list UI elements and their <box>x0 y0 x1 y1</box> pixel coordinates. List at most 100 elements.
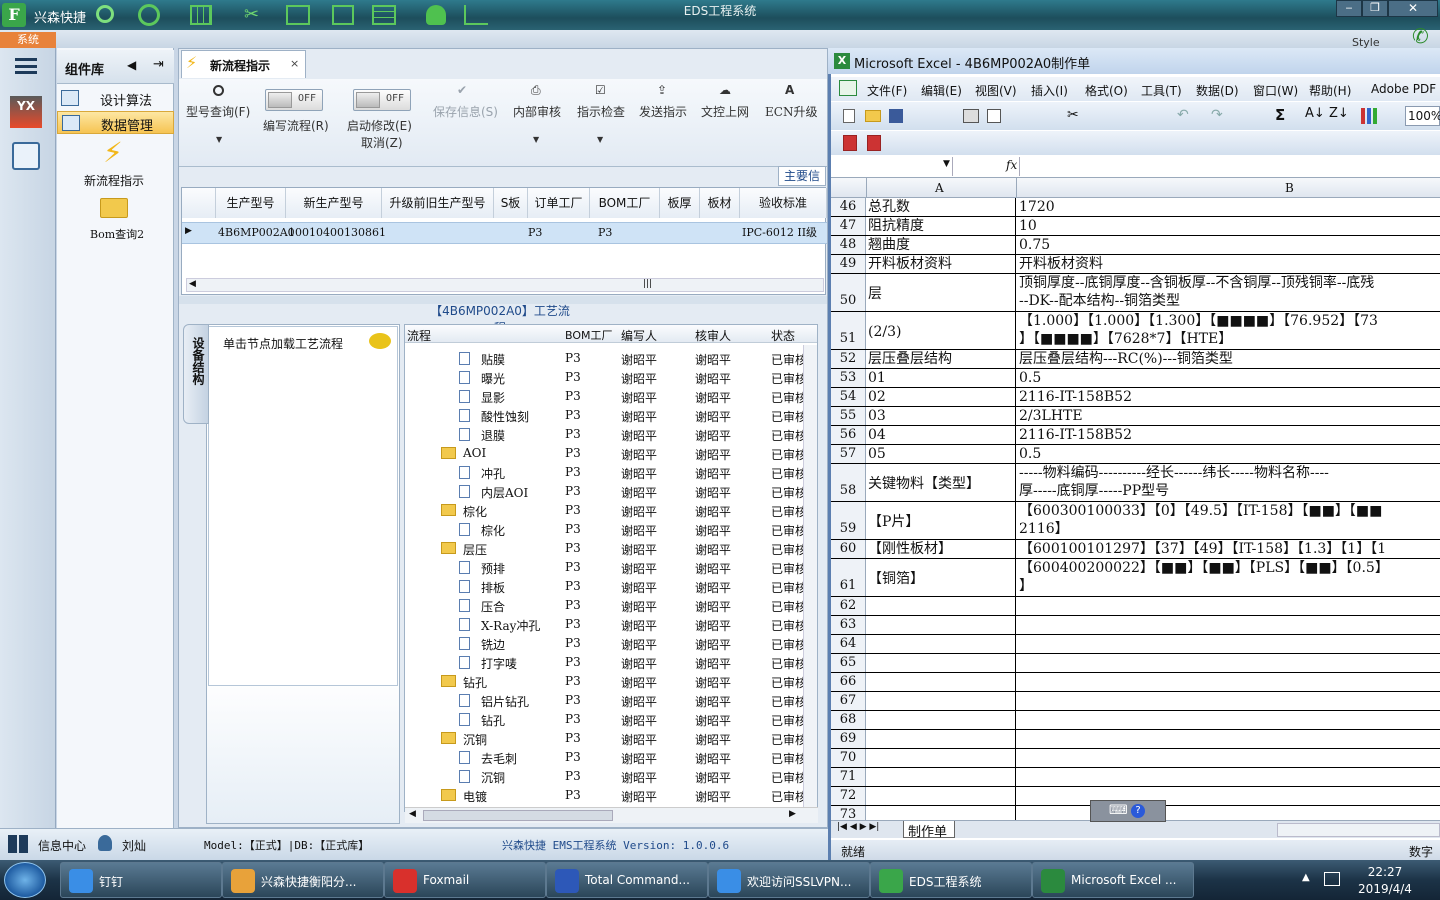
row-number[interactable]: 57 <box>831 445 866 463</box>
tree-header-cell[interactable]: 核审人 <box>695 327 731 344</box>
maximize-button[interactable]: ❐ <box>1362 0 1388 17</box>
tree-row[interactable]: 内层AOI P3 谢昭平 谢昭平 已审核 <box>405 482 810 501</box>
tree-row[interactable]: 贴膜 P3 谢昭平 谢昭平 已审核 <box>405 349 810 368</box>
tree-row[interactable]: 棕化 P3 谢昭平 谢昭平 已审核 <box>405 520 810 539</box>
open-folder-icon[interactable] <box>865 110 881 122</box>
cell-b[interactable]: 1720 <box>1017 198 1440 216</box>
menu-adobe-pdf[interactable]: Adobe PDF <box>1371 82 1436 96</box>
menu-format[interactable]: 格式(O) <box>1085 82 1128 99</box>
sheet-hscrollbar[interactable] <box>1277 823 1440 837</box>
tree-row[interactable]: 铣边 P3 谢昭平 谢昭平 已审核 <box>405 634 810 653</box>
row-number[interactable]: 72 <box>831 787 866 805</box>
sort-asc-icon[interactable]: A↓ <box>1305 106 1325 121</box>
cell-a[interactable] <box>866 673 1016 691</box>
row-number[interactable]: 62 <box>831 597 866 615</box>
cell-b[interactable] <box>1017 711 1440 729</box>
new-flow-shortcut[interactable]: ⚡ 新流程指示 <box>70 138 160 189</box>
tree-row[interactable]: 去毛刺 P3 谢昭平 谢昭平 已审核 <box>405 748 810 767</box>
row-number[interactable]: 54 <box>831 388 866 406</box>
cell-b[interactable] <box>1017 635 1440 653</box>
row-number[interactable]: 73 <box>831 806 866 820</box>
menu-data[interactable]: 数据(D) <box>1196 82 1239 99</box>
sheet-row[interactable]: 56 04 2116-IT-158B52 <box>831 426 1440 445</box>
cell-a[interactable] <box>866 806 1016 820</box>
excel-doc-icon[interactable] <box>839 80 857 96</box>
bom-query-shortcut[interactable]: Bom查询2 <box>70 196 160 242</box>
fx-icon[interactable]: fx <box>1006 158 1017 172</box>
zoom-field[interactable]: 100% <box>1405 106 1440 126</box>
windows-grid-icon[interactable] <box>8 835 28 853</box>
component-item-data-management[interactable]: 数据管理 <box>57 111 174 134</box>
tree-row[interactable]: 层压 P3 谢昭平 谢昭平 已审核 <box>405 539 810 558</box>
menu-insert[interactable]: 插入(I) <box>1031 82 1068 99</box>
load-hint-box[interactable]: 单击节点加载工艺流程 <box>208 326 398 686</box>
sheet-row[interactable]: 53 01 0.5 <box>831 369 1440 388</box>
row-number[interactable]: 58 <box>831 464 866 501</box>
cell-a[interactable] <box>866 730 1016 748</box>
sheet-row[interactable]: 47 阻抗精度 10 <box>831 217 1440 236</box>
settings-module-icon[interactable] <box>12 142 40 170</box>
cell-a[interactable] <box>866 768 1016 786</box>
send-instruction-button[interactable]: ⇪ 发送指示 <box>635 83 695 123</box>
tree-row[interactable]: 排板 P3 谢昭平 谢昭平 已审核 <box>405 577 810 596</box>
tab-system[interactable]: 系统 <box>0 32 56 48</box>
cancel-label[interactable]: 取消(Z) <box>361 134 403 151</box>
cell-a[interactable]: 翘曲度 <box>866 236 1016 254</box>
tree-header-cell[interactable]: 编写人 <box>621 327 657 344</box>
chart-wizard-icon[interactable] <box>1361 108 1377 124</box>
grid-header[interactable]: 板材 <box>700 188 740 218</box>
cell-b[interactable]: -----物料编码----------经长------纬长-----物料名称--… <box>1017 464 1440 501</box>
cell-a[interactable]: 开料板材资料 <box>866 255 1016 273</box>
menu-edit[interactable]: 编辑(E) <box>921 82 962 99</box>
sheet-row[interactable]: 64 <box>831 635 1440 654</box>
save-icon[interactable] <box>889 109 903 123</box>
start-modify-toggle[interactable]: OFF <box>353 89 411 111</box>
cell-b[interactable]: 0.5 <box>1017 369 1440 387</box>
grid-header[interactable]: 验收标准 <box>740 188 827 218</box>
chevron-down-icon[interactable]: ▼ <box>943 159 950 169</box>
cell-a[interactable]: 03 <box>866 407 1016 425</box>
menu-file[interactable]: 文件(F) <box>867 82 907 99</box>
menu-help[interactable]: 帮助(H) <box>1309 82 1351 99</box>
row-number[interactable]: 59 <box>831 502 866 539</box>
taskbar-item-eds[interactable]: EDS工程系统 <box>870 862 1032 898</box>
cell-a[interactable] <box>866 597 1016 615</box>
cell-a[interactable] <box>866 787 1016 805</box>
sheet-row[interactable]: 68 <box>831 711 1440 730</box>
cell-a[interactable] <box>866 749 1016 767</box>
cell-b[interactable] <box>1017 597 1440 615</box>
cell-b[interactable] <box>1017 673 1440 691</box>
cell-a[interactable]: 层压叠层结构 <box>866 350 1016 368</box>
cell-b[interactable]: 2116-IT-158B52 <box>1017 388 1440 406</box>
cell-b[interactable] <box>1017 730 1440 748</box>
cell-b[interactable] <box>1017 768 1440 786</box>
sheet-row[interactable]: 51 (2/3) 【1.000】【1.000】【1.300】【■■■■】【76.95… <box>831 312 1440 350</box>
sheet-row[interactable]: 70 <box>831 749 1440 768</box>
tab-new-flow[interactable]: ⚡ 新流程指示 × <box>181 50 306 78</box>
cell-a[interactable] <box>866 711 1016 729</box>
cell-b[interactable]: 开料板材资料 <box>1017 255 1440 273</box>
row-number[interactable]: 53 <box>831 369 866 387</box>
cell-a[interactable] <box>866 692 1016 710</box>
component-item-design-algorithm[interactable]: 设计算法 <box>57 87 174 110</box>
row-number[interactable]: 70 <box>831 749 866 767</box>
write-flow-toggle[interactable]: OFF <box>265 89 323 111</box>
cell-b[interactable]: 10 <box>1017 217 1440 235</box>
collapse-left-icon[interactable]: ◀ <box>127 58 136 72</box>
tab-equipment-structure[interactable]: 设备结构 <box>183 324 209 424</box>
row-number[interactable]: 50 <box>831 274 866 311</box>
cell-a[interactable]: (2/3) <box>866 312 1016 349</box>
row-number[interactable]: 55 <box>831 407 866 425</box>
sheet-row[interactable]: 61 【铜箔】 【600400200022】【■■】【■■】【PLS】【■■】【0.… <box>831 559 1440 597</box>
cell-b[interactable] <box>1017 749 1440 767</box>
sheet-row[interactable]: 54 02 2116-IT-158B52 <box>831 388 1440 407</box>
cell-a[interactable]: 【铜箔】 <box>866 559 1016 596</box>
yx-module-icon[interactable]: YX <box>10 96 42 128</box>
sheet-row[interactable]: 48 翘曲度 0.75 <box>831 236 1440 255</box>
cell-a[interactable]: 05 <box>866 445 1016 463</box>
cell-a[interactable]: 01 <box>866 369 1016 387</box>
tree-vscrollbar[interactable] <box>803 345 817 807</box>
tree-row[interactable]: 显影 P3 谢昭平 谢昭平 已审核 <box>405 387 810 406</box>
sort-desc-icon[interactable]: Z↓ <box>1329 106 1349 121</box>
grid-header[interactable]: 订单工厂 <box>528 188 590 218</box>
